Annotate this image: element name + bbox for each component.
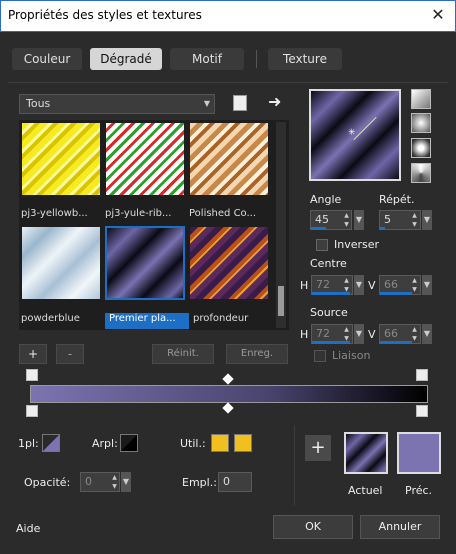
gallery-thumb[interactable]: [21, 226, 101, 300]
gallery-thumb-selected[interactable]: [105, 226, 185, 300]
save-button[interactable]: Enreg.: [226, 344, 288, 364]
opacity-label: Opacité:: [24, 476, 71, 489]
rectangular-style-icon[interactable]: [411, 113, 431, 133]
source-label: Source: [310, 306, 348, 319]
arrow-right-icon[interactable]: ➜: [268, 92, 281, 111]
source-h-label: H: [300, 328, 309, 341]
background-label: Arpl:: [92, 437, 118, 450]
link-label: Liaison: [332, 349, 371, 362]
foreground-swatch[interactable]: [42, 434, 60, 452]
window-title: Propriétés des styles et textures: [8, 8, 202, 22]
cancel-button[interactable]: Annuler: [360, 515, 440, 539]
document-icon[interactable]: [233, 95, 247, 111]
chevron-down-icon[interactable]: ▼: [422, 275, 432, 295]
add-gradient-button[interactable]: +: [19, 344, 47, 364]
tab-degrade[interactable]: Dégradé: [90, 48, 162, 70]
triangle-icon: [121, 435, 137, 451]
gradient-bar[interactable]: [30, 385, 428, 403]
gallery-caption: pj3-yule-rib...: [105, 208, 172, 219]
gallery-thumb[interactable]: [105, 122, 185, 196]
chevron-down-icon[interactable]: ▼: [354, 324, 364, 344]
centre-h-slider[interactable]: [312, 292, 350, 295]
ok-button[interactable]: OK: [273, 515, 353, 539]
gallery-thumb[interactable]: [189, 122, 269, 196]
repeat-slider[interactable]: [380, 227, 385, 230]
angle-label: Angle: [310, 193, 342, 206]
tab-motif[interactable]: Motif: [170, 48, 244, 70]
chevron-down-icon[interactable]: ▼: [422, 324, 432, 344]
user-color-swatch-2[interactable]: [234, 434, 252, 452]
help-link[interactable]: Aide: [16, 522, 40, 535]
source-v-label: V: [368, 328, 376, 341]
location-field[interactable]: 0: [218, 472, 252, 492]
opacity-stepper[interactable]: ▲ ▼: [109, 473, 120, 491]
chevron-down-icon[interactable]: ▼: [422, 210, 432, 230]
gallery-caption: profondeur: [193, 313, 249, 324]
current-swatch[interactable]: [344, 432, 388, 474]
angle-slider[interactable]: [311, 227, 326, 230]
radial-style-icon[interactable]: [411, 138, 431, 158]
centre-v-label: V: [368, 279, 376, 292]
gallery-caption: Polished Co...: [189, 208, 257, 219]
centre-h-label: H: [300, 279, 309, 292]
chevron-down-icon[interactable]: ▼: [121, 472, 131, 492]
invert-label: Inverser: [334, 238, 380, 251]
tab-texture[interactable]: Texture: [268, 48, 342, 70]
tab-divider: [256, 50, 257, 68]
gallery-caption: Premier pla...: [105, 313, 189, 329]
source-h-slider[interactable]: [312, 341, 350, 344]
gradient-top-stop-left[interactable]: [26, 369, 38, 381]
gallery-caption: powderblue: [21, 313, 80, 324]
category-dropdown[interactable]: Tous ▼: [19, 94, 215, 114]
current-label: Actuel: [348, 484, 383, 497]
gallery-caption: pj3-yellowb...: [21, 208, 88, 219]
chevron-down-icon[interactable]: ▼: [354, 275, 364, 295]
invert-checkbox[interactable]: [316, 239, 328, 251]
panel-divider: [294, 425, 295, 505]
centre-label: Centre: [310, 257, 347, 270]
gallery-thumb[interactable]: [21, 122, 101, 196]
center-handle-icon[interactable]: ✳: [348, 128, 356, 138]
category-value: Tous: [26, 97, 51, 110]
close-icon[interactable]: ✕: [428, 5, 448, 25]
link-checkbox[interactable]: [314, 350, 326, 362]
gradient-bottom-stop-right[interactable]: [416, 405, 428, 417]
tab-couleur[interactable]: Couleur: [12, 48, 82, 70]
chevron-down-icon[interactable]: ▼: [354, 210, 364, 230]
previous-label: Préc.: [405, 484, 433, 497]
linear-style-icon[interactable]: [411, 89, 431, 109]
reset-button[interactable]: Réinit.: [152, 344, 214, 364]
triangle-icon: [43, 435, 59, 451]
gradient-bottom-stop-left[interactable]: [26, 405, 38, 417]
chevron-down-icon: ▼: [203, 99, 210, 108]
centre-v-slider[interactable]: [380, 292, 412, 295]
add-to-gallery-button[interactable]: +: [305, 435, 331, 461]
gradient-top-stop-right[interactable]: [416, 369, 428, 381]
location-label: Empl.:: [182, 476, 217, 489]
sunburst-style-icon[interactable]: [411, 163, 431, 183]
angle-stepper[interactable]: ▲ ▼: [341, 211, 352, 229]
gallery-thumb[interactable]: [189, 226, 269, 300]
user-label: Util.:: [180, 437, 206, 450]
previous-swatch[interactable]: [397, 432, 441, 474]
repeat-stepper[interactable]: ▲ ▼: [409, 211, 420, 229]
repeat-label: Répét.: [379, 193, 415, 206]
gradient-midpoint-bottom[interactable]: [222, 402, 234, 414]
remove-gradient-button[interactable]: -: [56, 344, 84, 364]
background-swatch[interactable]: [120, 434, 138, 452]
source-v-slider[interactable]: [380, 341, 412, 344]
gallery-scroll-thumb[interactable]: [278, 286, 284, 316]
foreground-label: 1pl:: [18, 437, 39, 450]
user-color-swatch[interactable]: [211, 434, 229, 452]
